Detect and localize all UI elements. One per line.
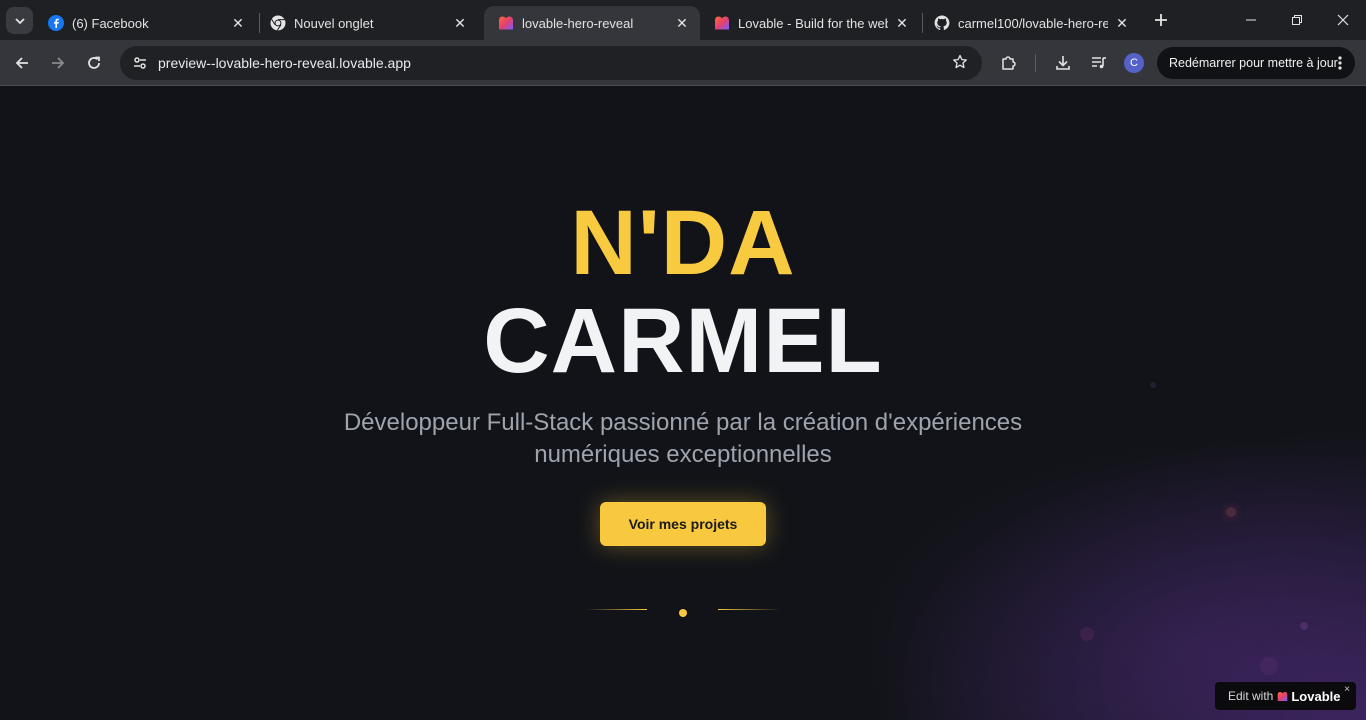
extensions-button[interactable] bbox=[997, 51, 1021, 75]
tab-close-icon[interactable]: ✕ bbox=[674, 15, 690, 31]
tab-search-button[interactable] bbox=[6, 7, 33, 34]
plus-icon bbox=[1155, 14, 1167, 26]
hero-subtitle: Développeur Full-Stack passionné par la … bbox=[343, 409, 1023, 468]
minimize-icon bbox=[1246, 19, 1256, 21]
arrow-right-icon bbox=[52, 57, 65, 69]
lovable-icon bbox=[715, 16, 729, 30]
facebook-icon bbox=[48, 15, 64, 31]
reload-button[interactable] bbox=[80, 49, 108, 77]
puzzle-icon bbox=[1002, 56, 1016, 70]
divider-dot bbox=[679, 609, 687, 617]
close-window-button[interactable] bbox=[1320, 0, 1366, 40]
background-particle bbox=[1226, 507, 1236, 517]
browser-toolbar: preview--lovable-hero-reveal.lovable.app… bbox=[0, 40, 1366, 86]
tab-new-tab[interactable]: Nouvel onglet ✕ bbox=[256, 6, 478, 40]
badge-brand: Lovable bbox=[1291, 688, 1341, 704]
tab-close-icon[interactable]: ✕ bbox=[452, 15, 468, 31]
more-vert-icon[interactable] bbox=[1333, 55, 1347, 71]
edit-with-lovable-badge[interactable]: Edit with Lovable × bbox=[1215, 682, 1356, 710]
badge-prefix: Edit with bbox=[1228, 689, 1274, 703]
tab-close-icon[interactable]: ✕ bbox=[230, 15, 246, 31]
media-control-button[interactable] bbox=[1087, 51, 1111, 75]
arrow-left-icon bbox=[15, 57, 28, 69]
divider-line-left bbox=[585, 609, 647, 610]
address-bar[interactable]: preview--lovable-hero-reveal.lovable.app bbox=[120, 46, 982, 80]
tab-facebook[interactable]: (6) Facebook ✕ bbox=[34, 6, 256, 40]
tab-title: Nouvel onglet bbox=[294, 15, 374, 31]
reload-icon bbox=[88, 56, 100, 69]
restore-button[interactable] bbox=[1274, 0, 1320, 40]
tab-github-repo[interactable]: carmel100/lovable-hero-reve ✕ bbox=[920, 6, 1140, 40]
view-projects-button[interactable]: Voir mes projets bbox=[600, 502, 766, 546]
close-icon bbox=[1337, 14, 1349, 26]
background-particle bbox=[1300, 622, 1308, 630]
lovable-icon bbox=[499, 16, 513, 30]
tab-close-icon[interactable]: ✕ bbox=[1114, 15, 1130, 31]
github-icon bbox=[934, 15, 950, 31]
chrome-icon bbox=[270, 15, 286, 31]
url-text[interactable]: preview--lovable-hero-reveal.lovable.app bbox=[158, 55, 411, 71]
hero-section: N'DA CARMEL Développeur Full-Stack passi… bbox=[0, 87, 1366, 720]
toolbar-separator bbox=[1035, 54, 1036, 72]
minimize-button[interactable] bbox=[1228, 0, 1274, 40]
tab-lovable-build[interactable]: Lovable - Build for the web 2 ✕ bbox=[700, 6, 920, 40]
download-icon bbox=[1056, 56, 1070, 70]
tab-title: (6) Facebook bbox=[72, 15, 149, 31]
back-button[interactable] bbox=[8, 49, 36, 77]
new-tab-button[interactable] bbox=[1150, 9, 1172, 31]
tab-close-icon[interactable]: ✕ bbox=[894, 15, 910, 31]
downloads-button[interactable] bbox=[1051, 51, 1075, 75]
badge-close-icon[interactable]: × bbox=[1344, 684, 1350, 695]
tune-icon bbox=[134, 57, 146, 69]
queue-music-icon bbox=[1092, 57, 1106, 69]
tab-title: Lovable - Build for the web 2 bbox=[738, 15, 888, 31]
tab-strip: (6) Facebook ✕ Nouvel onglet ✕ lovable-h… bbox=[0, 0, 1366, 40]
hero-last-name: CARMEL bbox=[483, 290, 883, 392]
update-label: Redémarrer pour mettre à jour bbox=[1169, 56, 1338, 70]
tab-title: carmel100/lovable-hero-reve bbox=[958, 15, 1108, 31]
star-icon bbox=[953, 54, 967, 69]
restore-icon bbox=[1292, 15, 1302, 25]
chevron-down-icon bbox=[14, 17, 25, 24]
hero-first-name: N'DA bbox=[570, 192, 796, 294]
update-restart-button[interactable]: Redémarrer pour mettre à jour bbox=[1157, 47, 1355, 79]
lovable-icon bbox=[1278, 691, 1288, 701]
background-particle bbox=[1080, 627, 1094, 641]
profile-avatar[interactable]: C bbox=[1124, 53, 1144, 73]
site-info-button[interactable] bbox=[124, 55, 156, 71]
divider-line-right bbox=[718, 609, 780, 610]
bookmark-star-button[interactable] bbox=[952, 54, 968, 75]
forward-button[interactable] bbox=[44, 49, 72, 77]
background-particle bbox=[1260, 657, 1278, 675]
tab-title: lovable-hero-reveal bbox=[522, 15, 634, 31]
tab-lovable-hero-reveal[interactable]: lovable-hero-reveal ✕ bbox=[484, 6, 700, 40]
